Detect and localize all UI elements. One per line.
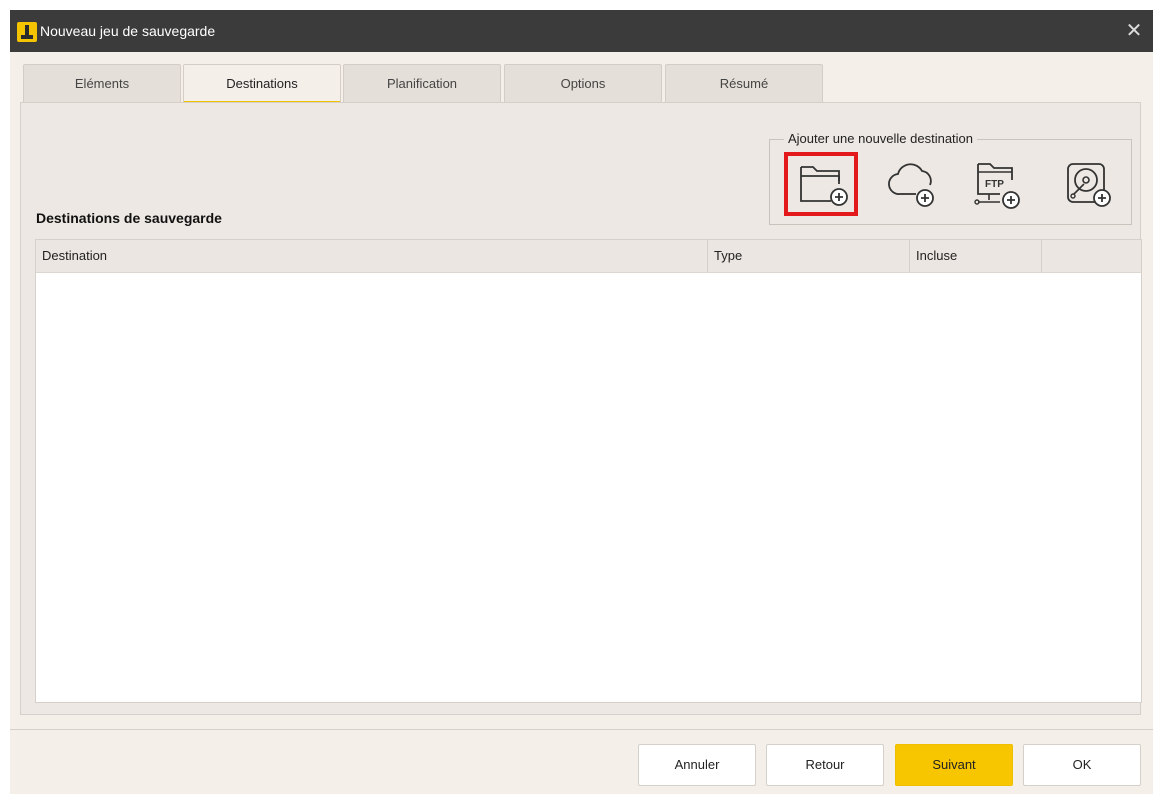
tab-destinations[interactable]: Destinations [183,64,341,103]
column-header-extra[interactable] [1042,240,1141,272]
column-header-type[interactable]: Type [708,240,910,272]
section-title: Destinations de sauvegarde [36,210,222,226]
ftp-add-icon: FTP [974,163,1020,209]
next-button[interactable]: Suivant [895,744,1013,786]
table-header: Destination Type Incluse [36,240,1141,273]
tab-elements[interactable]: Eléments [23,64,181,102]
destinations-table: Destination Type Incluse [35,239,1142,703]
add-ftp-destination-button[interactable]: FTP [958,152,1032,216]
title-bar: Nouveau jeu de sauvegarde ✕ [10,10,1153,52]
add-destination-label: Ajouter une nouvelle destination [784,131,978,147]
window-title: Nouveau jeu de sauvegarde [40,23,216,39]
table-body [36,273,1141,702]
add-disk-destination-button[interactable] [1048,152,1122,216]
close-button[interactable]: ✕ [1117,16,1151,46]
destinations-panel: Destinations de sauvegarde Ajouter une n… [20,102,1142,715]
ok-button[interactable]: OK [1023,744,1141,786]
ftp-label: FTP [985,179,1004,190]
backup-set-dialog: Nouveau jeu de sauvegarde ✕ Eléments Des… [10,10,1153,794]
folder-add-icon [800,166,848,206]
cancel-button[interactable]: Annuler [638,744,756,786]
add-folder-destination-button[interactable] [784,152,858,216]
column-header-destination[interactable]: Destination [36,240,708,272]
tab-resume[interactable]: Résumé [665,64,823,102]
disk-add-icon [1067,163,1111,207]
tab-planification[interactable]: Planification [343,64,501,102]
add-cloud-destination-button[interactable] [872,152,946,216]
tab-options[interactable]: Options [504,64,662,102]
back-button[interactable]: Retour [766,744,884,786]
add-destination-group: Ajouter une nouvelle destination FTP [769,131,1132,225]
app-logo-icon [17,22,37,42]
column-header-incluse[interactable]: Incluse [910,240,1042,272]
footer-divider [10,729,1153,730]
cloud-add-icon [888,163,934,207]
